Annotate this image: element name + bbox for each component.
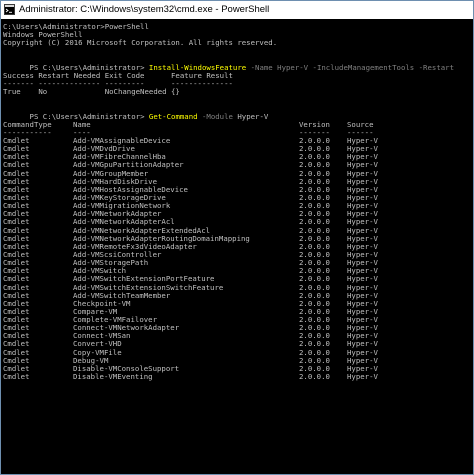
window-title: Administrator: C:\Windows\system32\cmd.e…	[19, 4, 270, 15]
intro-line: Copyright (C) 2016 Microsoft Corporation…	[3, 38, 278, 48]
cell-version: 2.0.0.0	[299, 372, 330, 382]
terminal-icon	[4, 4, 15, 15]
powershell-window: Administrator: C:\Windows\system32\cmd.e…	[0, 0, 474, 475]
title-bar[interactable]: Administrator: C:\Windows\system32\cmd.e…	[1, 1, 473, 19]
console-output[interactable]: C:\Users\Administrator>PowerShell Window…	[1, 19, 473, 474]
commands-table-body: Cmdlet Add-VMAssignableDevice 2.0.0.0 Hyper…	[3, 136, 473, 382]
console-line: Copyright (C) 2016 Microsoft Corporation…	[3, 39, 473, 47]
cell-name: Disable-VMEventing	[73, 372, 153, 382]
install-table-row: True No NoChangeNeeded {}	[3, 88, 473, 96]
cell-commandtype: Cmdlet	[3, 372, 30, 382]
command-line: PS C:\Users\Administrator> Get-Command -…	[3, 104, 473, 120]
command-line: PS C:\Users\Administrator> Install-Windo…	[3, 56, 473, 71]
table-row: True No NoChangeNeeded {}	[3, 87, 180, 97]
cell-source: Hyper-V	[347, 372, 378, 382]
table-row: Cmdlet Disable-VMEventing 2.0.0.0 Hyper-V	[3, 372, 473, 382]
